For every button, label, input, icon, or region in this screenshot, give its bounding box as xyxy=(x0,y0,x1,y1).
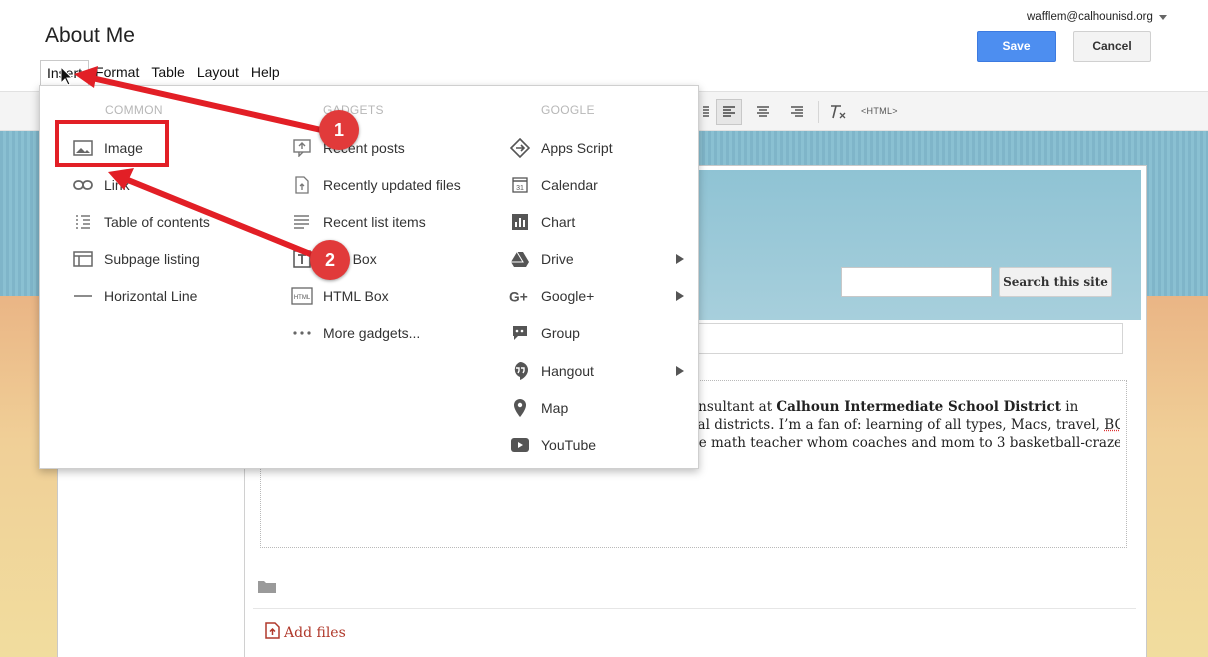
annotation-arrows xyxy=(60,65,331,261)
arrow-2 xyxy=(108,168,322,261)
step-badge-2: 2 xyxy=(310,240,350,280)
mouse-cursor-icon xyxy=(60,65,74,86)
arrow-1 xyxy=(74,66,331,135)
step-badge-1: 1 xyxy=(319,110,359,150)
